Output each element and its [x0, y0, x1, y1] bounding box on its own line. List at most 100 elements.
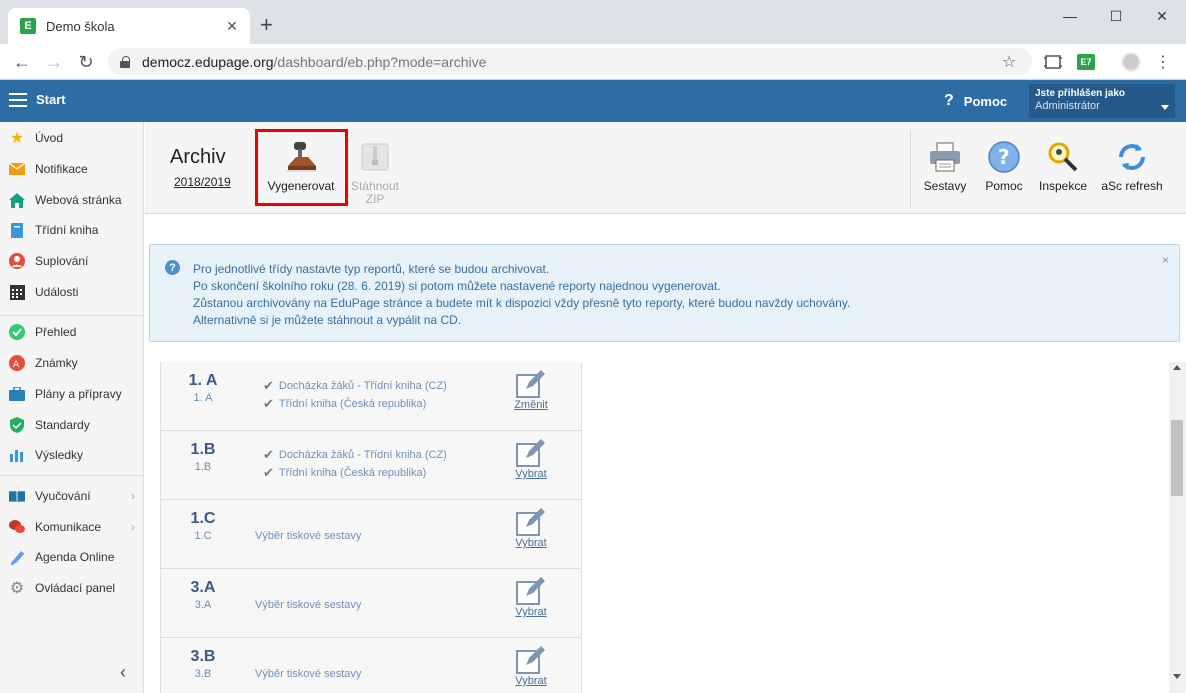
url-text[interactable]: democz.edupage.org/dashboard/eb.php?mode… [142, 54, 1002, 70]
table-row: 3.A 3.A Výběr tiskové sestavy Vybrat [161, 569, 581, 638]
download-zip-button[interactable]: Stáhnout ZIP [335, 128, 415, 208]
bookmark-star-icon[interactable]: ☆ [1002, 52, 1026, 72]
class-list: 1. A 1. A ✔ Docházka žáků - Třídní kniha … [160, 362, 582, 693]
edit-icon [516, 508, 545, 536]
select-button[interactable]: Vybrat [513, 577, 549, 627]
table-row: 1.B 1.B ✔ Docházka žáků - Třídní kniha (C… [161, 431, 581, 500]
sidebar-item-znamky[interactable]: A Známky [0, 349, 143, 377]
person-icon [9, 253, 25, 269]
maximize-icon[interactable]: ☐ [1093, 4, 1139, 28]
sidebar-item-ovladaci-panel[interactable]: ⚙ Ovládací panel [0, 574, 143, 602]
class-subtitle: 3.B [194, 668, 212, 680]
info-close-icon[interactable]: × [1162, 253, 1169, 267]
dropdown-caret-icon [1161, 105, 1169, 110]
forward-icon[interactable]: → [42, 50, 66, 74]
envelope-icon [9, 161, 25, 177]
select-button[interactable]: Vybrat [513, 508, 549, 558]
info-line: Pro jednotlivé třídy nastavte typ report… [193, 262, 550, 276]
sidebar-item-plany[interactable]: Plány a přípravy [0, 380, 143, 408]
open-book-icon [9, 488, 25, 504]
sidebar-item-prehled[interactable]: Přehled [0, 318, 143, 346]
info-line: Po skončení školního roku (28. 6. 2019) … [193, 279, 721, 293]
report-placeholder: Výběr tiskové sestavy [255, 599, 362, 611]
table-row: 1. A 1. A ✔ Docházka žáků - Třídní kniha … [161, 362, 581, 431]
table-row: 1.C 1.C Výběr tiskové sestavy Vybrat [161, 500, 581, 569]
sidebar: ★ Úvod Notifikace Webová stránka Třídní … [0, 122, 144, 693]
check-circle-icon [9, 324, 25, 340]
refresh-icon [1115, 140, 1149, 174]
scroll-thumb[interactable] [1171, 420, 1183, 496]
header-help-button[interactable]: ? Pomoc [944, 92, 1007, 110]
scroll-down-icon[interactable] [1173, 674, 1181, 679]
sidebar-item-notifikace[interactable]: Notifikace [0, 155, 143, 183]
edit-icon [516, 646, 545, 674]
reload-icon[interactable]: ↻ [74, 50, 98, 74]
edit-button[interactable]: Změnit [513, 370, 549, 420]
select-button[interactable]: Vybrat [513, 439, 549, 489]
sidebar-item-uvod[interactable]: ★ Úvod [0, 124, 143, 152]
collapse-sidebar-icon[interactable]: ‹ [120, 662, 126, 683]
checkmark-icon: ✔ [263, 378, 274, 393]
menu-dots-icon[interactable]: ⋮ [1153, 52, 1173, 72]
question-icon: ? [944, 92, 954, 109]
sidebar-item-vyucovani[interactable]: Vyučování › [0, 482, 143, 510]
calendar-icon [9, 284, 25, 300]
magnifier-icon [1046, 140, 1080, 174]
chevron-right-icon: › [131, 489, 135, 503]
select-button[interactable]: Vybrat [513, 646, 549, 693]
chevron-right-icon: › [131, 520, 135, 534]
sidebar-item-standardy[interactable]: Standardy [0, 411, 143, 439]
svg-text:?: ? [998, 145, 1010, 169]
tab-close-icon[interactable]: ✕ [222, 16, 242, 36]
sidebar-item-vysledky[interactable]: Výsledky [0, 441, 143, 469]
page-scrollbar[interactable] [1169, 362, 1186, 693]
printer-icon [928, 140, 962, 174]
app-header: Start ? Pomoc Jste přihlášen jako Admini… [0, 80, 1186, 122]
class-subtitle: 1.C [194, 530, 212, 542]
report-item: ✔ Třídní kniha (Česká republika) [263, 465, 427, 480]
address-bar[interactable]: democz.edupage.org/dashboard/eb.php?mode… [108, 48, 1032, 76]
zip-icon [358, 140, 392, 174]
class-subtitle: 1.B [194, 461, 212, 473]
user-dropdown[interactable]: Jste přihlášen jako Administrátor [1029, 84, 1175, 118]
logged-in-label: Jste přihlášen jako [1035, 88, 1126, 99]
user-role: Administrátor [1035, 100, 1100, 112]
report-item: ✔ Třídní kniha (Česká republika) [263, 396, 427, 411]
minimize-icon[interactable]: — [1047, 4, 1093, 28]
report-placeholder: Výběr tiskové sestavy [255, 530, 362, 542]
inspect-button[interactable]: Inspekce [1023, 128, 1103, 208]
back-icon[interactable]: ← [10, 50, 34, 74]
browser-tab[interactable]: E Demo škola ✕ [8, 8, 250, 44]
edupage-favicon-icon: E [20, 18, 36, 34]
sidebar-item-webova-stranka[interactable]: Webová stránka [0, 186, 143, 214]
asc-refresh-button[interactable]: aSc refresh [1092, 128, 1172, 208]
sidebar-item-tridni-kniha[interactable]: Třídní kniha [0, 216, 143, 244]
sidebar-item-udalosti[interactable]: Události [0, 278, 143, 306]
hamburger-menu-icon[interactable] [9, 93, 27, 107]
scroll-up-icon[interactable] [1173, 365, 1181, 370]
start-link[interactable]: Start [36, 92, 66, 107]
report-item: ✔ Docházka žáků - Třídní kniha (CZ) [263, 378, 447, 393]
new-tab-icon[interactable]: + [260, 14, 273, 36]
cast-icon[interactable] [1043, 52, 1063, 72]
sidebar-divider [0, 315, 143, 316]
pen-icon [9, 549, 25, 565]
school-year-link[interactable]: 2018/2019 [174, 175, 231, 189]
info-question-icon: ? [165, 260, 180, 275]
extension-icon[interactable]: E7 [1076, 52, 1096, 72]
briefcase-icon [9, 386, 25, 402]
archive-toolbar: Archiv 2018/2019 Vygenerovat Stáhnout ZIP… [145, 122, 1186, 214]
gear-icon: ⚙ [9, 580, 25, 597]
info-panel: ? Pro jednotlivé třídy nastavte typ repo… [149, 244, 1180, 342]
browser-toolbar: ← → ↻ democz.edupage.org/dashboard/eb.ph… [0, 44, 1186, 80]
window-close-icon[interactable]: ✕ [1139, 4, 1185, 28]
profile-avatar-icon[interactable] [1121, 52, 1141, 72]
sidebar-item-agenda-online[interactable]: Agenda Online [0, 543, 143, 571]
class-name: 1. A [188, 372, 218, 389]
sidebar-item-komunikace[interactable]: Komunikace › [0, 513, 143, 541]
shield-icon [9, 417, 25, 433]
sidebar-item-suplovani[interactable]: Suplování [0, 247, 143, 275]
class-name: 1.C [190, 510, 216, 527]
checkmark-icon: ✔ [263, 465, 274, 480]
tab-title: Demo škola [46, 18, 115, 34]
